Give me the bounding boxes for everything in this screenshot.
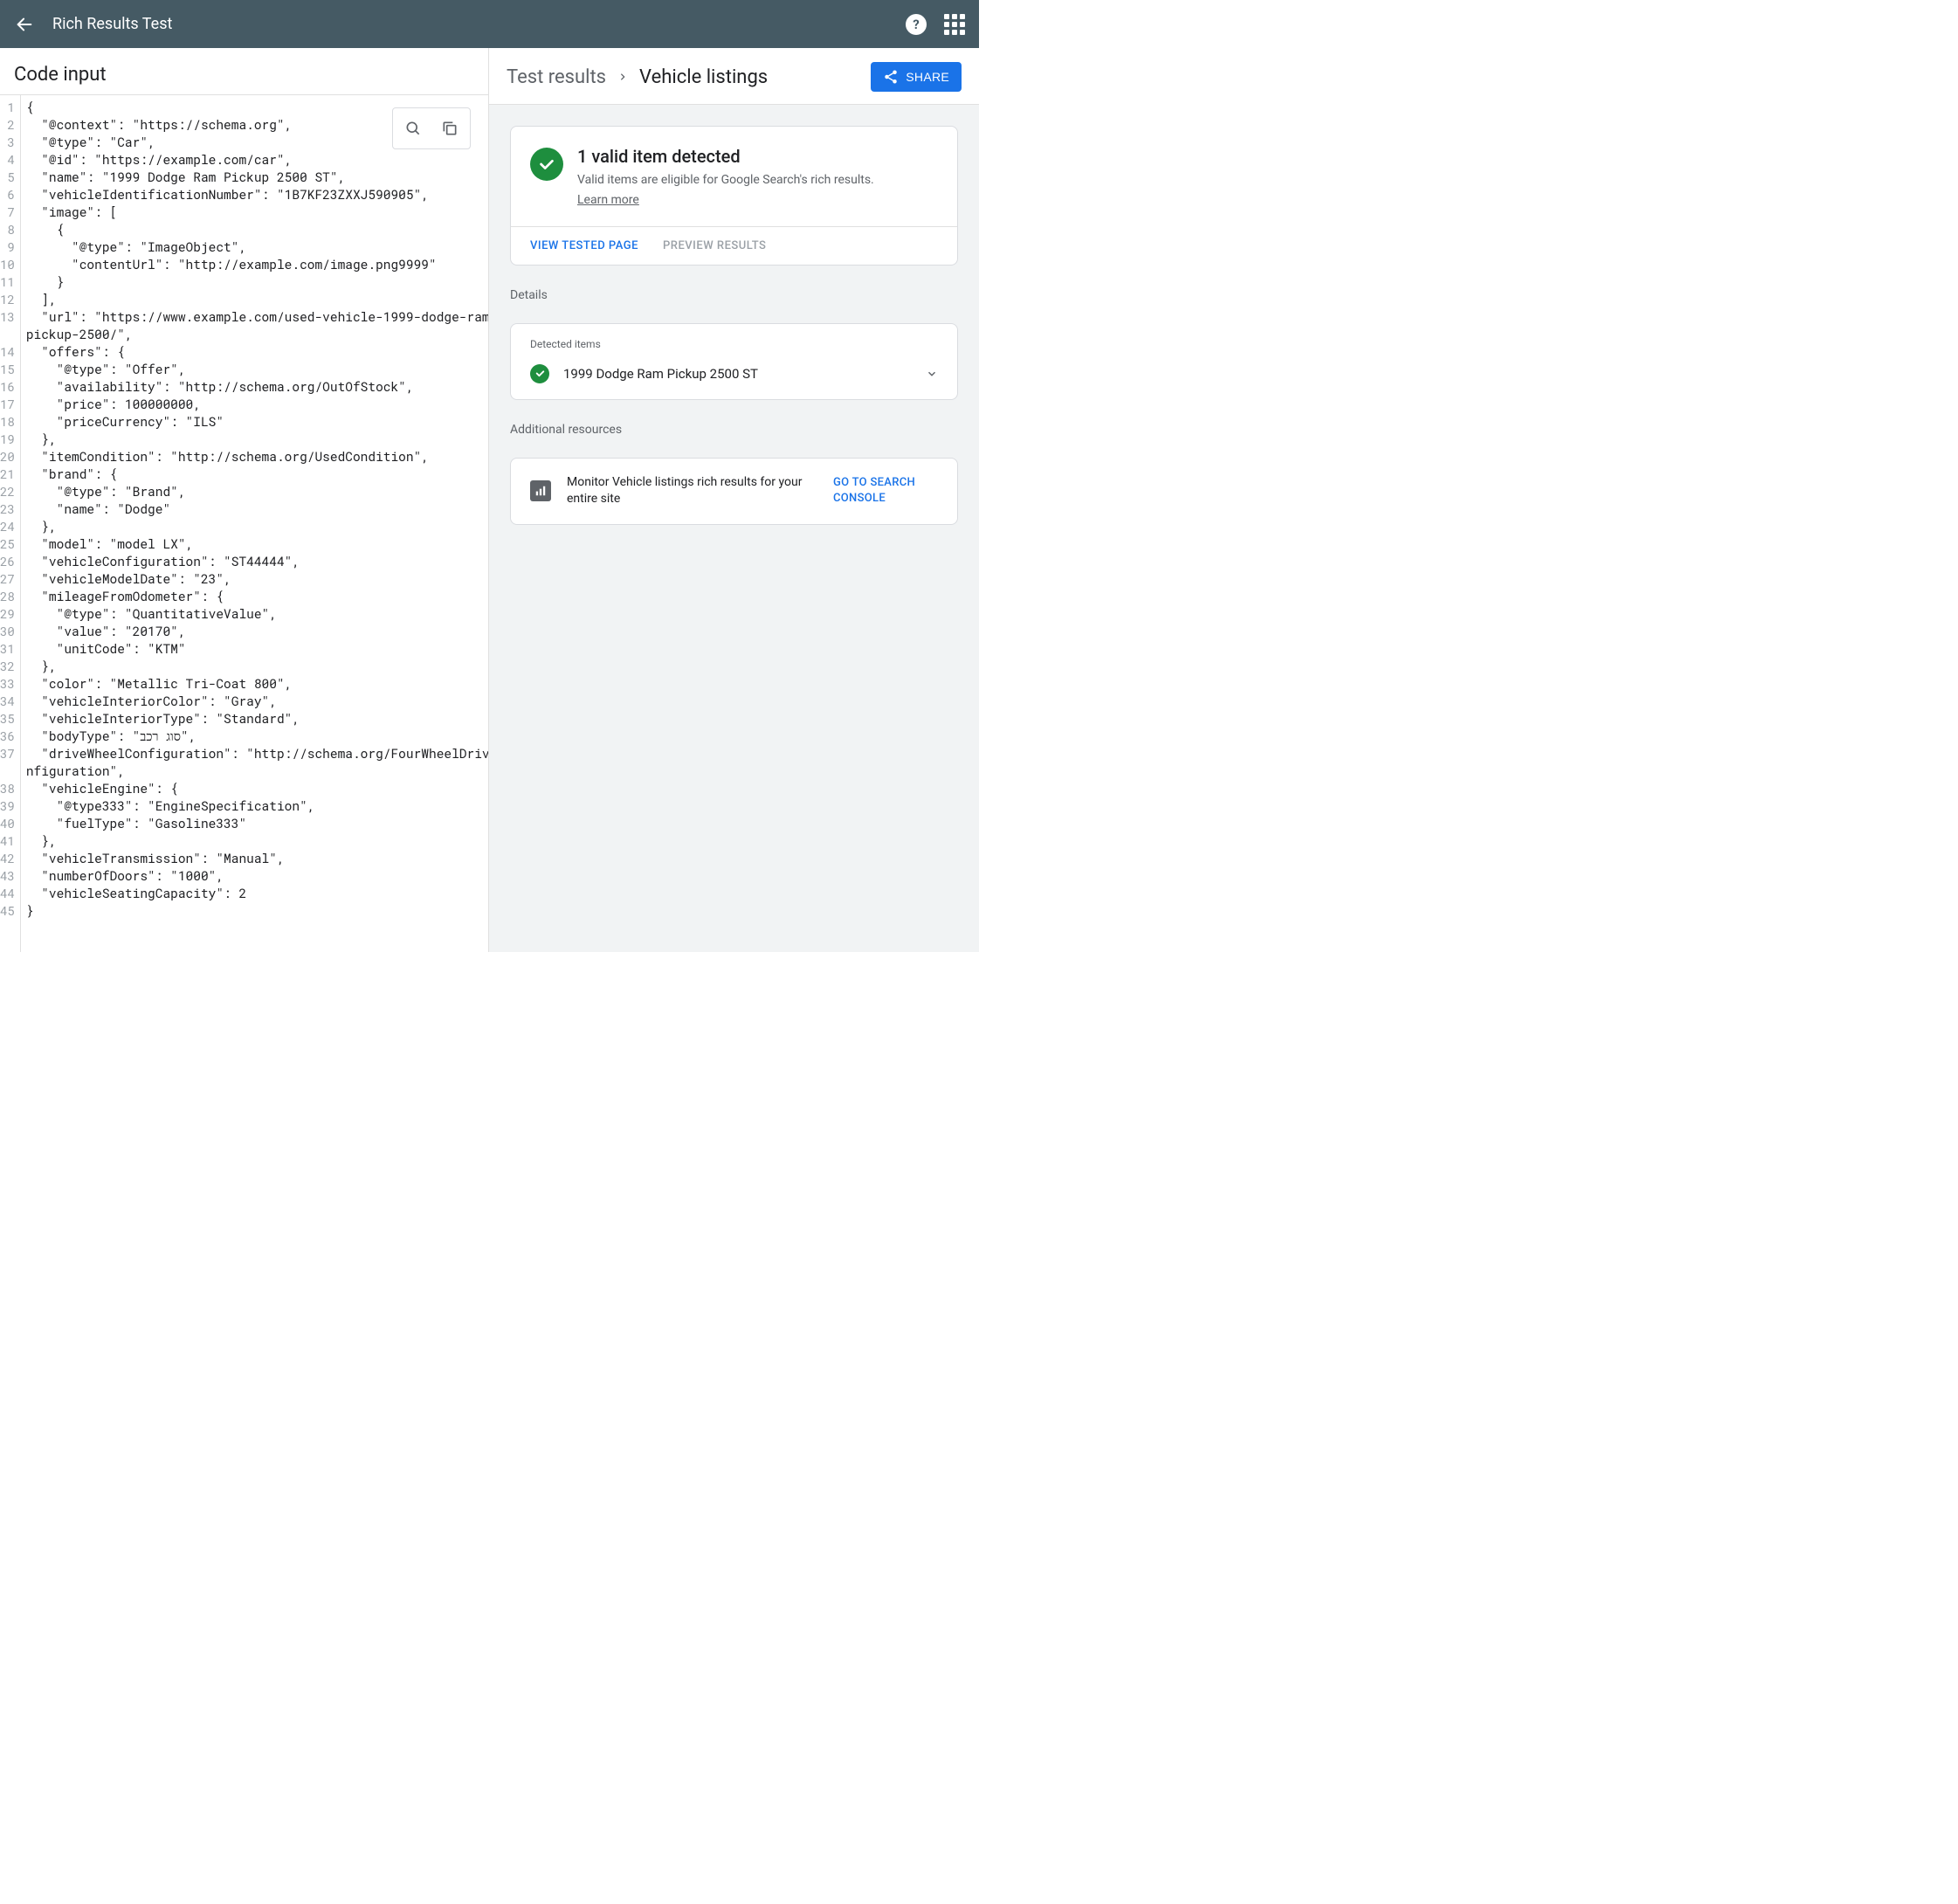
share-button[interactable]: SHARE (871, 62, 962, 92)
code-input-title: Code input (0, 48, 488, 94)
code-editor[interactable]: 1234567891011121314151617181920212223242… (0, 94, 488, 952)
valid-item-card: 1 valid item detected Valid items are el… (510, 126, 958, 266)
help-icon[interactable]: ? (906, 14, 927, 35)
topbar: Rich Results Test ? (0, 0, 979, 48)
search-icon[interactable] (396, 112, 430, 145)
chevron-down-icon (926, 368, 938, 380)
valid-title: 1 valid item detected (577, 146, 874, 167)
breadcrumb-current: Vehicle listings (639, 66, 768, 88)
line-gutter: 1234567891011121314151617181920212223242… (0, 95, 21, 952)
right-pane: Test results Vehicle listings SHARE (489, 48, 979, 952)
learn-more-link[interactable]: Learn more (577, 193, 639, 207)
details-label: Details (510, 288, 958, 302)
check-icon (530, 364, 549, 383)
detected-item-row[interactable]: 1999 Dodge Ram Pickup 2500 ST (511, 352, 957, 399)
copy-icon[interactable] (433, 112, 466, 145)
chart-icon (530, 480, 551, 501)
view-tested-page-button[interactable]: VIEW TESTED PAGE (530, 239, 638, 252)
results-header: Test results Vehicle listings SHARE (489, 48, 979, 105)
share-label: SHARE (906, 70, 949, 84)
code-content[interactable]: { "@context": "https://schema.org", "@ty… (21, 95, 488, 952)
share-icon (883, 69, 899, 85)
resource-text: Monitor Vehicle listings rich results fo… (567, 474, 817, 508)
valid-subtitle: Valid items are eligible for Google Sear… (577, 172, 874, 190)
left-pane: Code input 12345678910111213141516171819… (0, 48, 489, 952)
preview-results-button: PREVIEW RESULTS (663, 239, 766, 252)
detected-items-header: Detected items (511, 324, 957, 352)
back-arrow-icon[interactable] (14, 14, 35, 35)
console-link[interactable]: GO TO SEARCH CONSOLE (833, 475, 938, 507)
resource-card: Monitor Vehicle listings rich results fo… (510, 458, 958, 525)
detected-item-name: 1999 Dodge Ram Pickup 2500 ST (563, 366, 912, 382)
apps-icon[interactable] (944, 14, 965, 35)
topbar-actions: ? (906, 14, 965, 35)
check-icon (530, 148, 563, 181)
detected-items-card: Detected items 1999 Dodge Ram Pickup 250… (510, 323, 958, 400)
breadcrumb-root[interactable]: Test results (507, 66, 606, 88)
resources-label: Additional resources (510, 423, 958, 437)
chevron-right-icon (618, 71, 627, 83)
code-toolbar (392, 107, 471, 149)
card-actions: VIEW TESTED PAGE PREVIEW RESULTS (511, 226, 957, 265)
app-title: Rich Results Test (52, 15, 906, 33)
